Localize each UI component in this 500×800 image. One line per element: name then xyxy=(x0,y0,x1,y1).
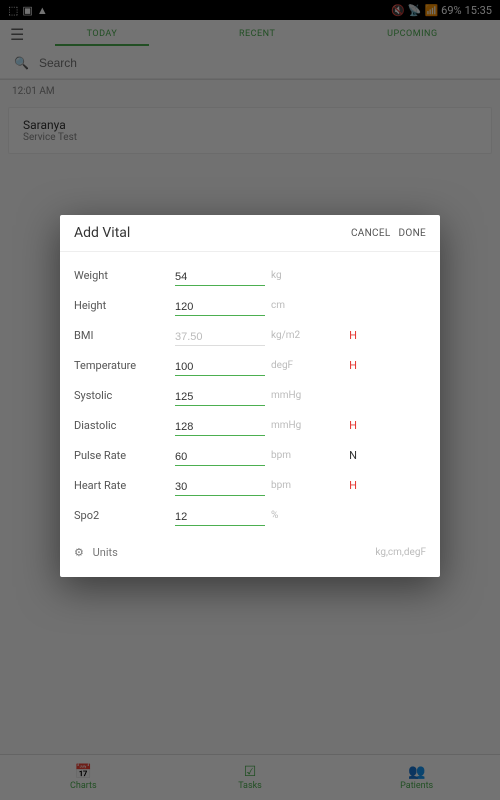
vital-label: BMI xyxy=(74,329,169,342)
vital-input[interactable] xyxy=(175,299,265,316)
vital-row: Weight kg xyxy=(74,260,426,290)
vital-unit: % xyxy=(271,510,331,521)
vital-label: Temperature xyxy=(74,359,169,372)
vital-unit: bpm xyxy=(271,450,331,461)
vital-label: Diastolic xyxy=(74,419,169,432)
vital-flag: H xyxy=(337,419,357,432)
vital-unit: mmHg xyxy=(271,390,331,401)
add-vital-dialog: Add Vital CANCEL DONE Weight kg Height cm BM… xyxy=(60,215,440,577)
dialog-title: Add Vital xyxy=(74,225,130,241)
vital-input[interactable] xyxy=(175,269,265,286)
vital-row: Temperature degF H xyxy=(74,350,426,380)
vital-flag: N xyxy=(337,449,357,462)
vital-unit: degF xyxy=(271,360,331,371)
vital-label: Weight xyxy=(74,269,169,282)
vital-row: Height cm xyxy=(74,290,426,320)
vital-input[interactable] xyxy=(175,359,265,376)
units-value: kg,cm,degF xyxy=(375,547,426,558)
vital-unit: mmHg xyxy=(271,420,331,431)
vital-row: Diastolic mmHg H xyxy=(74,410,426,440)
vital-input[interactable] xyxy=(175,449,265,466)
vital-unit: kg xyxy=(271,270,331,281)
units-row[interactable]: ⚙ Units kg,cm,degF xyxy=(74,546,426,559)
vital-row: Systolic mmHg xyxy=(74,380,426,410)
vital-input[interactable] xyxy=(175,389,265,406)
cancel-button[interactable]: CANCEL xyxy=(351,228,391,239)
vital-label: Spo2 xyxy=(74,509,169,522)
settings-icon: ⚙ xyxy=(74,546,84,559)
dialog-body: Weight kg Height cm BMI kg/m2 H Temperature degF… xyxy=(60,252,440,577)
vital-input[interactable] xyxy=(175,419,265,436)
vital-flag: H xyxy=(337,479,357,492)
vital-flag: H xyxy=(337,329,357,342)
vital-unit: kg/m2 xyxy=(271,330,331,341)
vital-label: Systolic xyxy=(74,389,169,402)
vital-input[interactable] xyxy=(175,479,265,496)
vital-input[interactable] xyxy=(175,509,265,526)
vital-flag: H xyxy=(337,359,357,372)
vital-label: Height xyxy=(74,299,169,312)
units-label: Units xyxy=(93,546,118,559)
vital-row: Pulse Rate bpm N xyxy=(74,440,426,470)
done-button[interactable]: DONE xyxy=(399,228,426,239)
vital-row: Heart Rate bpm H xyxy=(74,470,426,500)
vital-label: Heart Rate xyxy=(74,479,169,492)
vital-unit: cm xyxy=(271,300,331,311)
vital-input xyxy=(175,329,265,346)
vital-row: BMI kg/m2 H xyxy=(74,320,426,350)
vital-unit: bpm xyxy=(271,480,331,491)
vital-label: Pulse Rate xyxy=(74,449,169,462)
vital-row: Spo2% xyxy=(74,500,426,530)
dialog-header: Add Vital CANCEL DONE xyxy=(60,215,440,252)
